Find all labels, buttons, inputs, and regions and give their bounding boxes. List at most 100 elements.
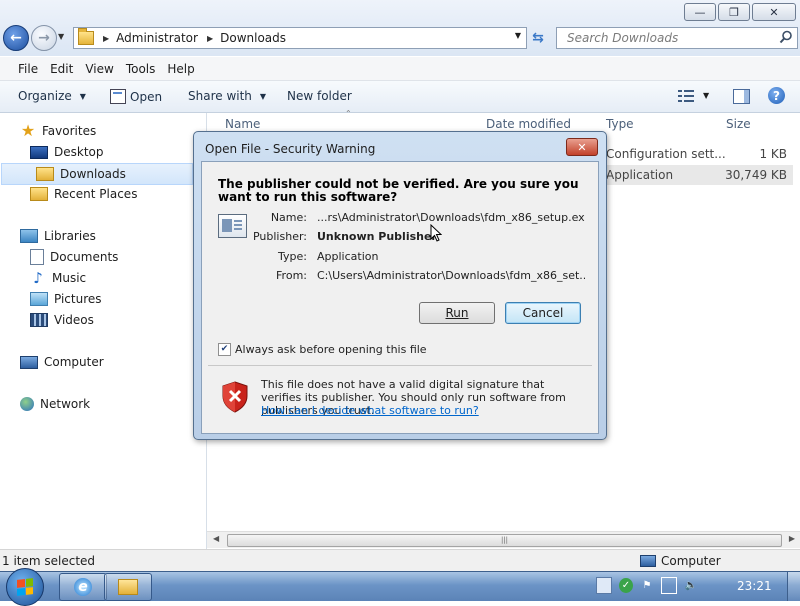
cancel-button[interactable]: Cancel [505,302,581,324]
nav-label: Documents [50,250,119,264]
column-label: Name [225,117,261,131]
new-folder-button[interactable]: New folder [287,89,352,103]
arrow-right-icon: → [38,30,50,46]
nav-label: Music [52,271,87,285]
nav-label: Libraries [44,229,96,243]
address-bar[interactable]: ▶ Administrator ▶ Downloads ▼ [73,27,527,49]
refresh-icon: ⇆ [532,30,544,46]
menu-file[interactable]: File [18,62,38,76]
help-link[interactable]: How can I decide what software to run? [261,404,479,417]
dialog-close-button[interactable]: ✕ [566,138,598,156]
column-label: Size [726,117,751,131]
status-bar: 1 item selected Computer [0,549,800,572]
zone-status: Computer [640,554,721,568]
scroll-right-icon[interactable]: ▶ [789,534,795,543]
taskbar-clock[interactable]: 23:21 [737,579,772,593]
recent-pages-dropdown[interactable]: ▼ [58,32,64,41]
search-input[interactable] [565,30,777,46]
nav-pictures[interactable]: Pictures [30,289,102,309]
file-size: 30,749 KB [725,168,787,182]
column-header-size[interactable]: Size [726,113,751,135]
taskbar-windows-explorer[interactable] [104,573,152,601]
help-icon[interactable]: ? [768,87,785,104]
maximize-button[interactable]: ❐ [718,3,750,21]
column-header-type[interactable]: Type [606,113,634,135]
nav-videos[interactable]: Videos [30,310,94,330]
nav-network[interactable]: Network [20,394,90,414]
action-center-flag-icon[interactable]: ⚑ [640,578,654,593]
nav-music[interactable]: ♪ Music [30,268,86,288]
network-tray-icon[interactable] [661,577,677,594]
close-button[interactable]: ✕ [752,3,796,21]
new-folder-label: New folder [287,89,352,103]
nav-recent-places[interactable]: Recent Places [30,184,137,204]
breadcrumb-administrator[interactable]: Administrator [116,31,198,45]
forward-button[interactable]: → [31,25,57,51]
address-dropdown-icon[interactable]: ▼ [515,31,521,40]
always-ask-option[interactable]: ✔ Always ask before opening this file [218,343,427,356]
breadcrumb-downloads[interactable]: Downloads [220,31,286,45]
cancel-label: Cancel [522,306,564,320]
music-note-icon: ♪ [33,269,43,287]
security-tray-icon[interactable]: ✓ [619,578,633,593]
search-icon[interactable] [779,30,793,44]
nav-label: Downloads [60,167,126,181]
organize-label: Organize [18,89,72,103]
computer-icon [640,555,656,567]
nav-computer[interactable]: Computer [20,352,104,372]
volume-muted-icon[interactable]: 🔈 [684,578,698,593]
documents-icon [30,249,44,265]
back-button[interactable]: ← [3,25,29,51]
start-button[interactable] [6,568,44,606]
arrow-left-icon: ← [10,30,22,46]
scroll-left-icon[interactable]: ◀ [213,534,219,543]
share-with-label: Share with [188,89,252,103]
windows-logo-icon [17,578,33,596]
breadcrumb-separator[interactable]: ▶ [103,34,109,43]
nav-downloads[interactable]: Downloads [1,163,193,185]
computer-icon [20,355,38,369]
type-label: Type: [278,250,307,263]
nav-desktop[interactable]: Desktop [30,142,104,162]
navigation-pane: ★ Favorites Desktop Downloads Recent Plac… [0,113,207,549]
column-label: Date modified [486,117,572,131]
nav-favorites[interactable]: ★ Favorites [20,121,96,141]
security-shield-icon [222,381,248,413]
view-options-icon[interactable] [678,90,694,102]
scrollbar-thumb[interactable]: ||| [227,534,782,547]
taskbar: e ✓ ⚑ 🔈 23:21 [0,568,800,606]
menu-tools[interactable]: Tools [126,62,156,76]
menu-edit[interactable]: Edit [50,62,73,76]
nav-label: Desktop [54,145,104,159]
breadcrumb-separator[interactable]: ▶ [207,34,213,43]
view-dropdown-icon[interactable]: ▼ [703,91,709,100]
taskbar-internet-explorer[interactable]: e [59,573,107,601]
document-tray-icon[interactable] [596,577,612,594]
show-desktop-button[interactable] [787,572,800,601]
refresh-button[interactable]: ⇆ [529,29,547,47]
always-ask-label: Always ask before opening this file [235,343,427,356]
minimize-button[interactable]: — [684,3,716,21]
libraries-icon [20,229,38,243]
horizontal-scrollbar[interactable]: ◀ ||| ▶ [207,531,800,548]
always-ask-checkbox[interactable]: ✔ [218,343,231,356]
file-size: 1 KB [759,147,787,161]
sort-indicator-icon: ⌃ [345,109,352,118]
nav-label: Favorites [42,124,97,138]
pictures-icon [30,292,48,306]
run-button[interactable]: Run [419,302,495,324]
menu-help[interactable]: Help [167,62,194,76]
preview-pane-icon[interactable] [733,89,750,104]
selection-status: 1 item selected [2,554,96,568]
organize-button[interactable]: Organize ▼ [18,89,86,103]
nav-libraries[interactable]: Libraries [20,226,96,246]
file-type: Application [606,168,674,182]
window-controls: — ❐ ✕ [684,3,796,21]
desktop-icon [30,145,48,159]
menu-view[interactable]: View [85,62,113,76]
chevron-down-icon: ▼ [259,91,267,101]
nav-documents[interactable]: Documents [30,247,118,267]
open-button[interactable]: Open [110,89,162,104]
open-label: Open [130,89,163,104]
share-with-button[interactable]: Share with ▼ [188,89,266,103]
